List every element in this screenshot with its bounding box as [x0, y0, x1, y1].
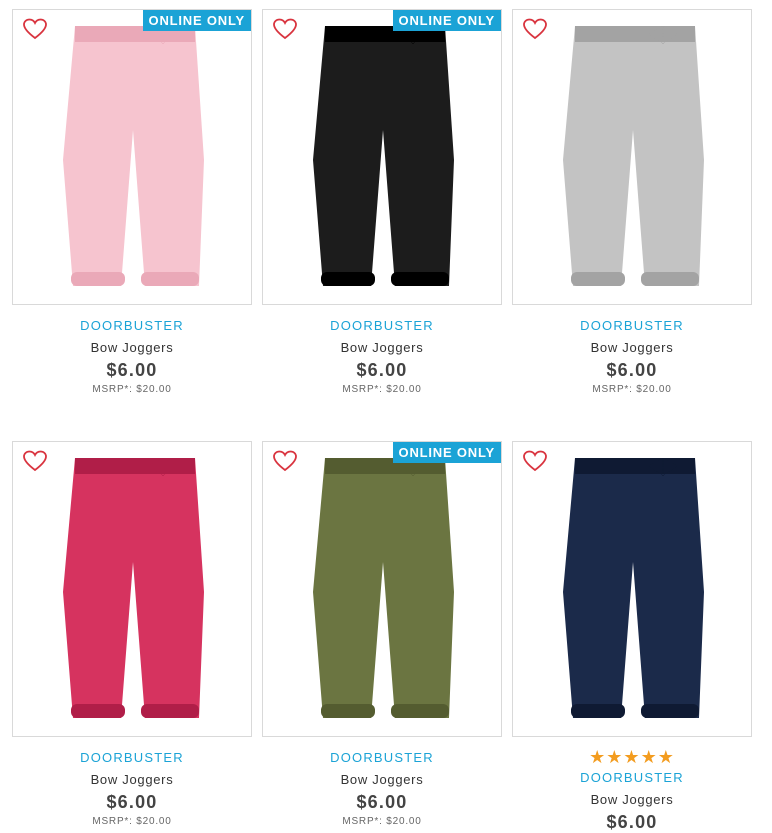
doorbuster-label: DOORBUSTER [330, 750, 434, 765]
pants-image [563, 458, 704, 718]
msrp-price: MSRP*: $20.00 [592, 384, 672, 395]
msrp-price: MSRP*: $20.00 [342, 384, 422, 395]
product-name[interactable]: Bow Joggers [262, 340, 502, 355]
doorbuster-label: DOORBUSTER [330, 318, 434, 333]
pants-image [63, 26, 204, 286]
pants-image [313, 26, 454, 286]
product-image[interactable]: ONLINE ONLY [262, 441, 502, 737]
doorbuster-label: DOORBUSTER [580, 770, 684, 785]
product-name[interactable]: Bow Joggers [12, 340, 252, 355]
heart-icon[interactable] [523, 450, 547, 472]
online-only-badge: ONLINE ONLY [392, 10, 501, 31]
product-image[interactable] [12, 441, 252, 737]
product-image[interactable] [512, 9, 752, 305]
product-price: $6.00 [356, 792, 408, 812]
product-image[interactable] [512, 441, 752, 737]
heart-icon[interactable] [23, 450, 47, 472]
doorbuster-label: DOORBUSTER [80, 318, 184, 333]
heart-icon[interactable] [273, 18, 297, 40]
online-only-badge: ONLINE ONLY [392, 442, 501, 463]
doorbuster-label: DOORBUSTER [80, 750, 184, 765]
msrp-price: MSRP*: $20.00 [92, 816, 172, 827]
product-price: $6.00 [106, 792, 158, 812]
product-image[interactable]: ONLINE ONLY [12, 9, 252, 305]
product-name[interactable]: Bow Joggers [512, 340, 752, 355]
heart-icon[interactable] [273, 450, 297, 472]
msrp-price: MSRP*: $20.00 [342, 816, 422, 827]
msrp-price: MSRP*: $20.00 [92, 384, 172, 395]
product-image[interactable]: ONLINE ONLY [262, 9, 502, 305]
star-rating: ★★★★★ [589, 747, 675, 767]
heart-icon[interactable] [23, 18, 47, 40]
heart-icon[interactable] [523, 18, 547, 40]
product-name[interactable]: Bow Joggers [512, 792, 752, 807]
product-price: $6.00 [606, 360, 658, 380]
product-price: $6.00 [356, 360, 408, 380]
product-name[interactable]: Bow Joggers [262, 772, 502, 787]
pants-image [563, 26, 704, 286]
product-name[interactable]: Bow Joggers [12, 772, 252, 787]
pants-image [63, 458, 204, 718]
online-only-badge: ONLINE ONLY [142, 10, 251, 31]
pants-image [313, 458, 454, 718]
product-price: $6.00 [106, 360, 158, 380]
product-price: $6.00 [606, 812, 658, 832]
doorbuster-label: DOORBUSTER [580, 318, 684, 333]
